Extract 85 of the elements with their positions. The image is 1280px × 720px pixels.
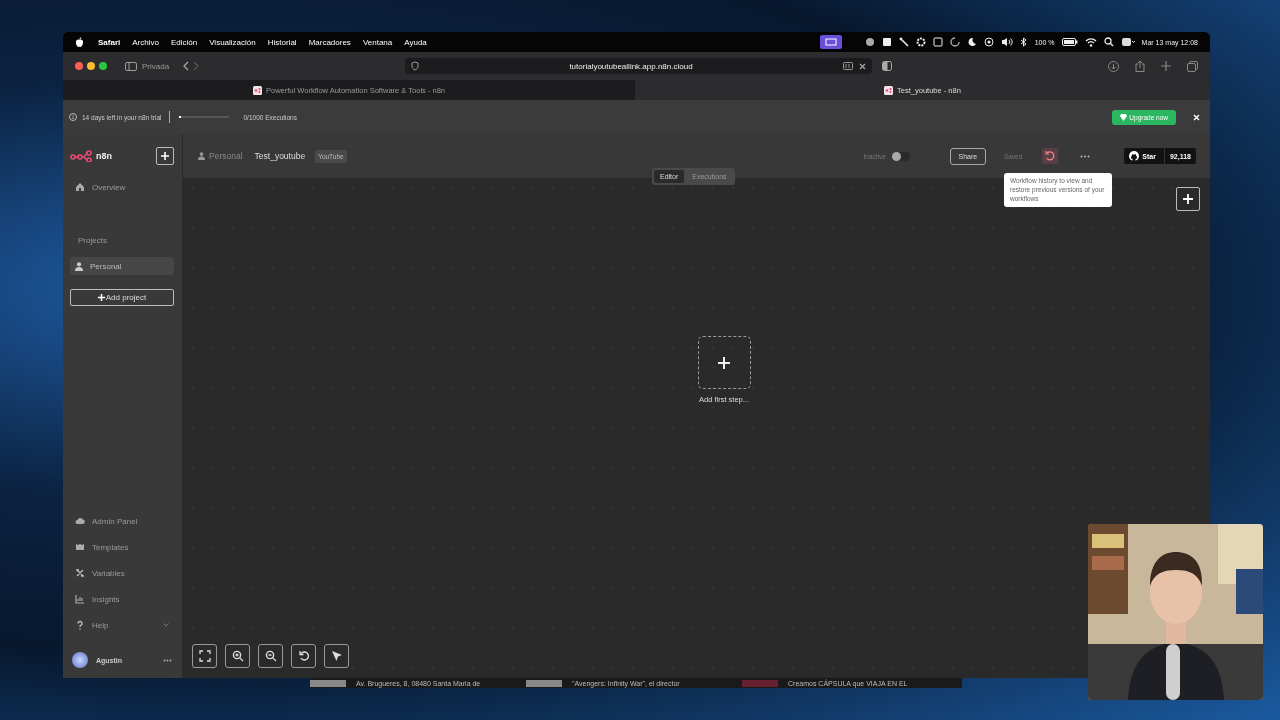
thumbnail <box>742 679 778 687</box>
sidebar-item[interactable]: Variables <box>70 564 174 582</box>
gem-icon <box>1120 113 1128 121</box>
history-icon[interactable] <box>1042 148 1059 164</box>
more-icon[interactable] <box>163 658 172 662</box>
square-icon[interactable] <box>881 37 892 47</box>
tabs-overview-icon[interactable] <box>1187 60 1198 72</box>
app-menu[interactable]: Safari <box>98 37 121 47</box>
canvas-control-button[interactable] <box>258 644 283 668</box>
plus-icon <box>97 294 105 301</box>
new-tab-icon[interactable] <box>1161 61 1171 71</box>
add-first-step-button[interactable] <box>697 336 751 389</box>
menu-item[interactable]: Visualización <box>209 37 256 47</box>
add-node-button[interactable] <box>1176 187 1200 211</box>
help-icon <box>75 620 85 630</box>
control-center-icon[interactable] <box>1120 37 1135 47</box>
section-heading: Projects <box>78 236 108 245</box>
sidebar-item[interactable]: Admin Panel <box>70 512 174 530</box>
canvas-control-button[interactable] <box>225 644 250 668</box>
menu-item[interactable]: Archivo <box>132 37 159 47</box>
box-icon <box>75 542 85 552</box>
square-icon[interactable] <box>932 37 943 47</box>
address-field[interactable]: tutorialyoutubeailink.app.n8n.cloud <box>405 58 872 74</box>
thumbnail <box>526 679 562 687</box>
back-icon[interactable] <box>183 61 190 71</box>
plus-icon <box>718 356 730 369</box>
logo-text: n8n <box>96 151 112 161</box>
circle-icon[interactable] <box>864 37 875 47</box>
extension-icon[interactable] <box>882 61 892 71</box>
zoom-out-icon <box>264 650 277 662</box>
share-icon[interactable] <box>1135 60 1145 72</box>
sidebar-item[interactable]: Overview <box>70 178 174 196</box>
zoom-in-icon <box>231 650 244 662</box>
menu-item[interactable]: Ventana <box>362 37 393 47</box>
chart-icon <box>75 594 85 604</box>
variable-icon <box>75 568 85 578</box>
sidebar-icon <box>125 61 137 71</box>
sidebar-button[interactable]: Privada <box>125 61 170 71</box>
logo-icon <box>70 150 92 162</box>
canvas-control-button[interactable] <box>192 644 217 668</box>
volume-icon[interactable] <box>1000 37 1013 47</box>
favicon-icon <box>253 85 262 95</box>
battery-icon <box>1061 38 1078 46</box>
swirl-icon[interactable] <box>949 37 960 47</box>
person-icon <box>75 261 83 271</box>
cursor-icon <box>330 650 343 662</box>
screen-record-icon[interactable] <box>819 35 842 49</box>
active-toggle[interactable] <box>891 151 910 161</box>
wifi-icon[interactable] <box>1084 37 1097 47</box>
person-icon <box>198 152 205 160</box>
moon-icon[interactable] <box>966 37 977 47</box>
reset-icon <box>297 650 310 662</box>
github-icon <box>1129 151 1140 161</box>
record-icon[interactable] <box>983 37 994 47</box>
add-project-button[interactable]: Add project <box>70 289 174 306</box>
project-item[interactable]: Personal <box>70 257 174 275</box>
thumbnail <box>310 679 346 687</box>
sidebar-item[interactable]: Insights <box>70 590 174 608</box>
avatar-icon <box>72 652 88 668</box>
bluetooth-icon[interactable] <box>1019 37 1028 47</box>
download-icon[interactable] <box>1108 60 1119 72</box>
workflow-name[interactable]: Test_youtube <box>254 151 306 161</box>
info-icon <box>69 113 77 121</box>
menu-item[interactable]: Historial <box>267 37 297 47</box>
cloud-icon <box>75 516 85 526</box>
sidebar-item[interactable]: Templates <box>70 538 174 556</box>
plus-icon <box>1183 194 1193 204</box>
sidebar-item[interactable]: Help <box>70 616 174 634</box>
canvas-control-button[interactable] <box>291 644 316 668</box>
apple-icon <box>75 37 84 47</box>
more-icon[interactable] <box>1080 154 1091 158</box>
fit-view-icon <box>198 650 211 662</box>
menu-item[interactable]: Marcadores <box>308 37 351 47</box>
favicon-icon <box>884 85 894 95</box>
canvas-control-button[interactable] <box>324 644 349 668</box>
menu-item[interactable]: Ayuda <box>404 37 427 47</box>
menu-item[interactable]: Edición <box>170 37 198 47</box>
home-icon <box>75 182 85 192</box>
close-icon[interactable] <box>859 62 866 70</box>
plus-icon <box>161 152 169 160</box>
search-icon[interactable] <box>1103 37 1114 47</box>
translate-icon[interactable] <box>843 62 853 70</box>
address-text: tutorialyoutubeailink.app.n8n.cloud <box>568 61 694 71</box>
add-button[interactable] <box>156 147 174 165</box>
shield-icon <box>411 61 419 71</box>
